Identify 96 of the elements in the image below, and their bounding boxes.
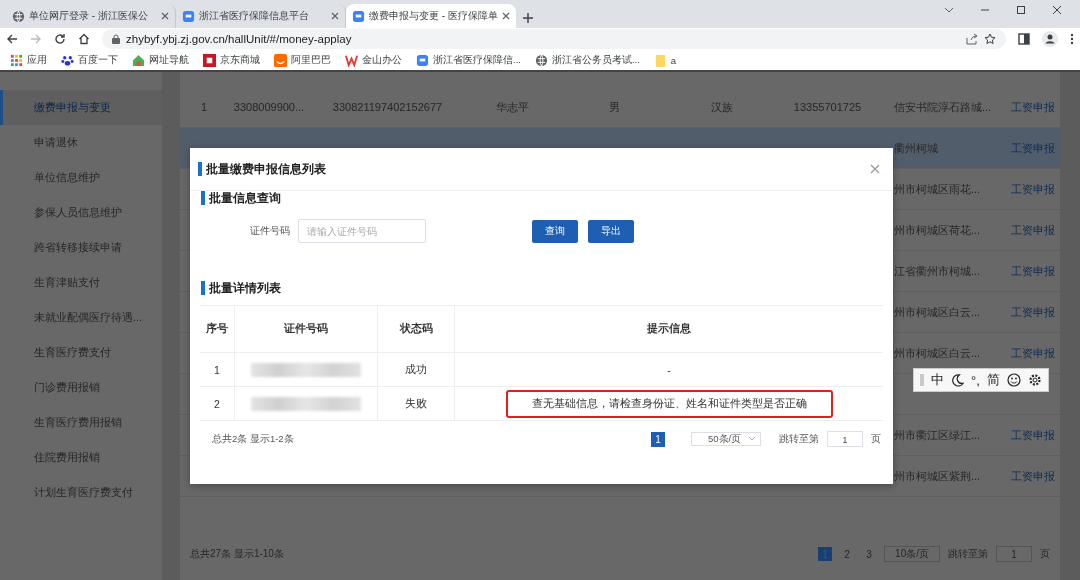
page-number[interactable]: 1 [651, 431, 665, 447]
jump-label: 跳转至第 [779, 432, 819, 446]
reload-icon[interactable] [54, 33, 66, 45]
share-icon[interactable] [966, 33, 978, 45]
page-number[interactable]: 2 [840, 547, 855, 561]
site-logo-icon [182, 9, 195, 23]
table-cell: 1 [200, 353, 235, 386]
bookmark[interactable]: 网址导航 [132, 53, 189, 67]
house-icon [132, 53, 145, 67]
jump-label: 跳转至第 [948, 547, 988, 561]
sidebar-item[interactable]: 参保人员信息维护 [0, 195, 162, 230]
tab-search-caret-icon[interactable] [944, 5, 954, 15]
table-cell-text: 3308009900... [232, 101, 306, 113]
salary-report-link[interactable]: 工资申报 [1005, 222, 1060, 238]
site-logo-icon [352, 9, 365, 23]
table-cell-text: - [666, 362, 672, 378]
close-icon[interactable] [1052, 5, 1062, 15]
salary-report-link[interactable]: 工资申报 [1005, 263, 1060, 279]
settings-icon[interactable] [1027, 373, 1042, 387]
bookmark[interactable]: 阿里巴巴 [274, 53, 331, 67]
salary-report-link[interactable]: 工资申报 [1005, 181, 1060, 197]
column-header: 提示信息 [646, 321, 692, 336]
avatar-icon[interactable] [1042, 31, 1058, 47]
export-button[interactable]: 导出 [588, 219, 634, 243]
table-cell-text: 男 [607, 99, 621, 115]
star-icon[interactable] [984, 33, 996, 45]
table-cell-text: 1 [199, 101, 209, 113]
id-number-field[interactable]: 请输入证件号码 [298, 219, 426, 243]
maximize-icon[interactable] [1016, 5, 1026, 15]
close-tab-icon[interactable] [331, 12, 339, 20]
bookmark[interactable]: 金山办公 [345, 53, 402, 67]
column-header: 证件号码 [235, 306, 378, 352]
bookmark[interactable]: a [653, 53, 677, 67]
page-size-select[interactable]: 10条/页 [884, 546, 940, 562]
salary-report-link[interactable]: 工资申报 [1005, 427, 1060, 443]
total-count-text: 总共2条 显示1-2条 [212, 432, 294, 446]
page-number[interactable]: 3 [862, 547, 877, 561]
salary-report-link[interactable]: 工资申报 [1005, 345, 1060, 361]
caret-icon [748, 436, 756, 442]
input-mode-toggle[interactable]: 简 [986, 371, 1000, 389]
globe-icon [12, 9, 25, 23]
highlighted-message: 查无基础信息，请检查身份证、姓名和证件类型是否正确 [505, 389, 833, 418]
table-cell: 2 [200, 387, 235, 420]
salary-report-link[interactable]: 工资申报 [1005, 99, 1060, 115]
query-button[interactable]: 查询 [532, 219, 578, 243]
lock-icon [112, 34, 120, 44]
page-jump-field[interactable]: 1 [996, 546, 1032, 562]
column-header: 序号 [200, 306, 235, 352]
folder-icon [653, 53, 667, 67]
side-panel-icon[interactable] [1018, 33, 1030, 45]
home-icon[interactable] [78, 33, 90, 45]
back-arrow-icon[interactable] [6, 33, 18, 45]
table-cell: 失败 [378, 387, 455, 420]
close-tab-icon[interactable] [502, 12, 510, 20]
bookmark[interactable]: 百度一下 [61, 53, 118, 67]
section-title: 批量信息查询 [201, 191, 281, 205]
sidebar-item[interactable]: 生育津贴支付 [0, 265, 162, 300]
input-mode-toggle[interactable]: °, [971, 372, 980, 388]
browser-tab[interactable]: 缴费申报与变更 - 医疗保障单 [346, 4, 516, 28]
table-cell-text: 汉族 [709, 99, 734, 115]
page-number[interactable]: 1 [818, 547, 833, 561]
address-bar[interactable]: zhybyf.ybj.zj.gov.cn/hallUnit/#/money-applay [102, 29, 1006, 49]
salary-report-link[interactable]: 工资申报 [1005, 468, 1060, 484]
new-tab-icon[interactable] [522, 12, 534, 24]
table-cell-text: 330821197402152677 [331, 101, 444, 113]
close-tab-icon[interactable] [161, 12, 169, 20]
bookmark[interactable]: 浙江省医疗保障信... [416, 53, 521, 67]
dialog-title: 批量缴费申报信息列表 [198, 162, 326, 176]
menu-icon[interactable] [1070, 33, 1074, 45]
moon-icon[interactable] [951, 373, 964, 387]
table-cell: 成功 [378, 353, 455, 386]
field-label: 证件号码 [250, 224, 290, 238]
grid-icon [10, 53, 23, 67]
section-title: 批量详情列表 [201, 281, 281, 295]
smiley-icon[interactable] [1006, 373, 1021, 387]
table-cell-text: 衢州柯城 [893, 140, 939, 156]
bookmark[interactable]: 浙江省公务员考试... [534, 53, 640, 67]
sidebar-item[interactable]: 单位信息维护 [0, 160, 162, 195]
input-mode-toggle[interactable]: 中 [931, 371, 944, 389]
sidebar-item[interactable]: 申请退休 [0, 125, 162, 160]
column-header: 状态码 [378, 306, 455, 352]
table-cell-text: 华志平 [495, 99, 530, 115]
page-jump-field[interactable]: 1 [827, 431, 863, 447]
table-cell-text: 13355701725 [792, 101, 863, 113]
bookmark[interactable]: 应用 [10, 53, 47, 67]
page-unit-label: 页 [1040, 547, 1050, 561]
table-cell-text: 江省衢州市柯城... [893, 263, 982, 279]
bookmark[interactable]: 京东商城 [203, 53, 260, 67]
sidebar-item[interactable]: 门诊费用报销 [0, 370, 162, 405]
page-size-select[interactable]: 50条/页 [691, 432, 761, 446]
globe-icon [534, 53, 548, 67]
sidebar-item[interactable]: 缴费申报与变更 [0, 90, 162, 125]
page-unit-label: 页 [871, 432, 881, 446]
paw-icon [61, 53, 74, 67]
salary-report-link[interactable]: 工资申报 [1005, 304, 1060, 320]
grip-icon[interactable] [920, 374, 924, 386]
